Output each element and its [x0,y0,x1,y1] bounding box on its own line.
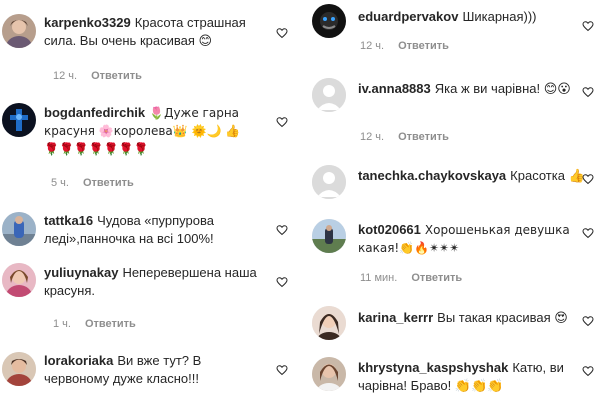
comment-meta: 12 ч. Ответить [360,40,449,52]
comment-username[interactable]: bogdanfedirchik [44,105,145,120]
comment-username[interactable]: lorakoriaka [44,353,113,368]
comment-time: 12 ч. [53,70,78,82]
avatar[interactable] [312,306,346,340]
comment-meta: 12 ч. Ответить [360,131,449,143]
like-heart-icon[interactable] [276,27,288,39]
like-heart-icon[interactable] [276,224,288,236]
comment-username[interactable]: khrystyna_kaspshyshak [358,360,508,375]
reply-button[interactable]: Ответить [91,70,142,82]
like-heart-icon[interactable] [582,227,594,239]
comment-meta: 12 ч. Ответить [53,70,142,82]
like-heart-icon[interactable] [582,315,594,327]
comment-meta: 1 ч. Ответить [53,318,136,330]
comment-time: 1 ч. [53,318,71,330]
avatar[interactable] [2,212,36,246]
comment-text: Красотка 👍 [510,168,585,183]
comment-time: 5 ч. [51,177,69,189]
reply-button[interactable]: Ответить [83,177,134,189]
comment-username[interactable]: karpenko3329 [44,15,131,30]
avatar[interactable] [312,357,346,391]
comment-username[interactable]: tattka16 [44,213,93,228]
comment-time: 11 мин. [360,272,398,284]
comment-text: Яка ж ви чарівна! 😊😮 [434,81,571,96]
comment-username[interactable]: karina_kerrr [358,310,433,325]
comment-meta: 11 мин. Ответить [360,272,462,284]
reply-button[interactable]: Ответить [411,272,462,284]
comment-time: 12 ч. [360,131,385,143]
reply-button[interactable]: Ответить [398,40,449,52]
comment-meta: 5 ч. Ответить [51,177,134,189]
like-heart-icon[interactable] [582,173,594,185]
comment-time: 12 ч. [360,40,385,52]
like-heart-icon[interactable] [276,364,288,376]
reply-button[interactable]: Ответить [398,131,449,143]
avatar[interactable] [2,103,36,137]
comment-username[interactable]: kot020661 [358,222,421,237]
comment-username[interactable]: yuliuynakay [44,265,118,280]
comment-text: Шикарная))) [462,9,537,24]
avatar[interactable] [312,78,346,112]
avatar[interactable] [312,4,346,38]
like-heart-icon[interactable] [582,365,594,377]
like-heart-icon[interactable] [582,86,594,98]
comments-column-right: eduardpervakov Шикарная))) 12 ч. Ответить … [304,0,604,409]
comments-column-left: karpenko3329 Красота страшная сила. Вы оч… [0,0,300,409]
avatar[interactable] [2,14,36,48]
like-heart-icon[interactable] [276,276,288,288]
avatar[interactable] [312,219,346,253]
comment-username[interactable]: tanechka.chaykovskaya [358,168,506,183]
like-heart-icon[interactable] [276,116,288,128]
comment-username[interactable]: eduardpervakov [358,9,458,24]
comment-username[interactable]: iv.anna8883 [358,81,431,96]
avatar[interactable] [2,263,36,297]
comment-text: Вы такая красивая 😍 [437,310,568,325]
reply-button[interactable]: Ответить [85,318,136,330]
avatar[interactable] [312,165,346,199]
like-heart-icon[interactable] [582,20,594,32]
avatar[interactable] [2,352,36,386]
